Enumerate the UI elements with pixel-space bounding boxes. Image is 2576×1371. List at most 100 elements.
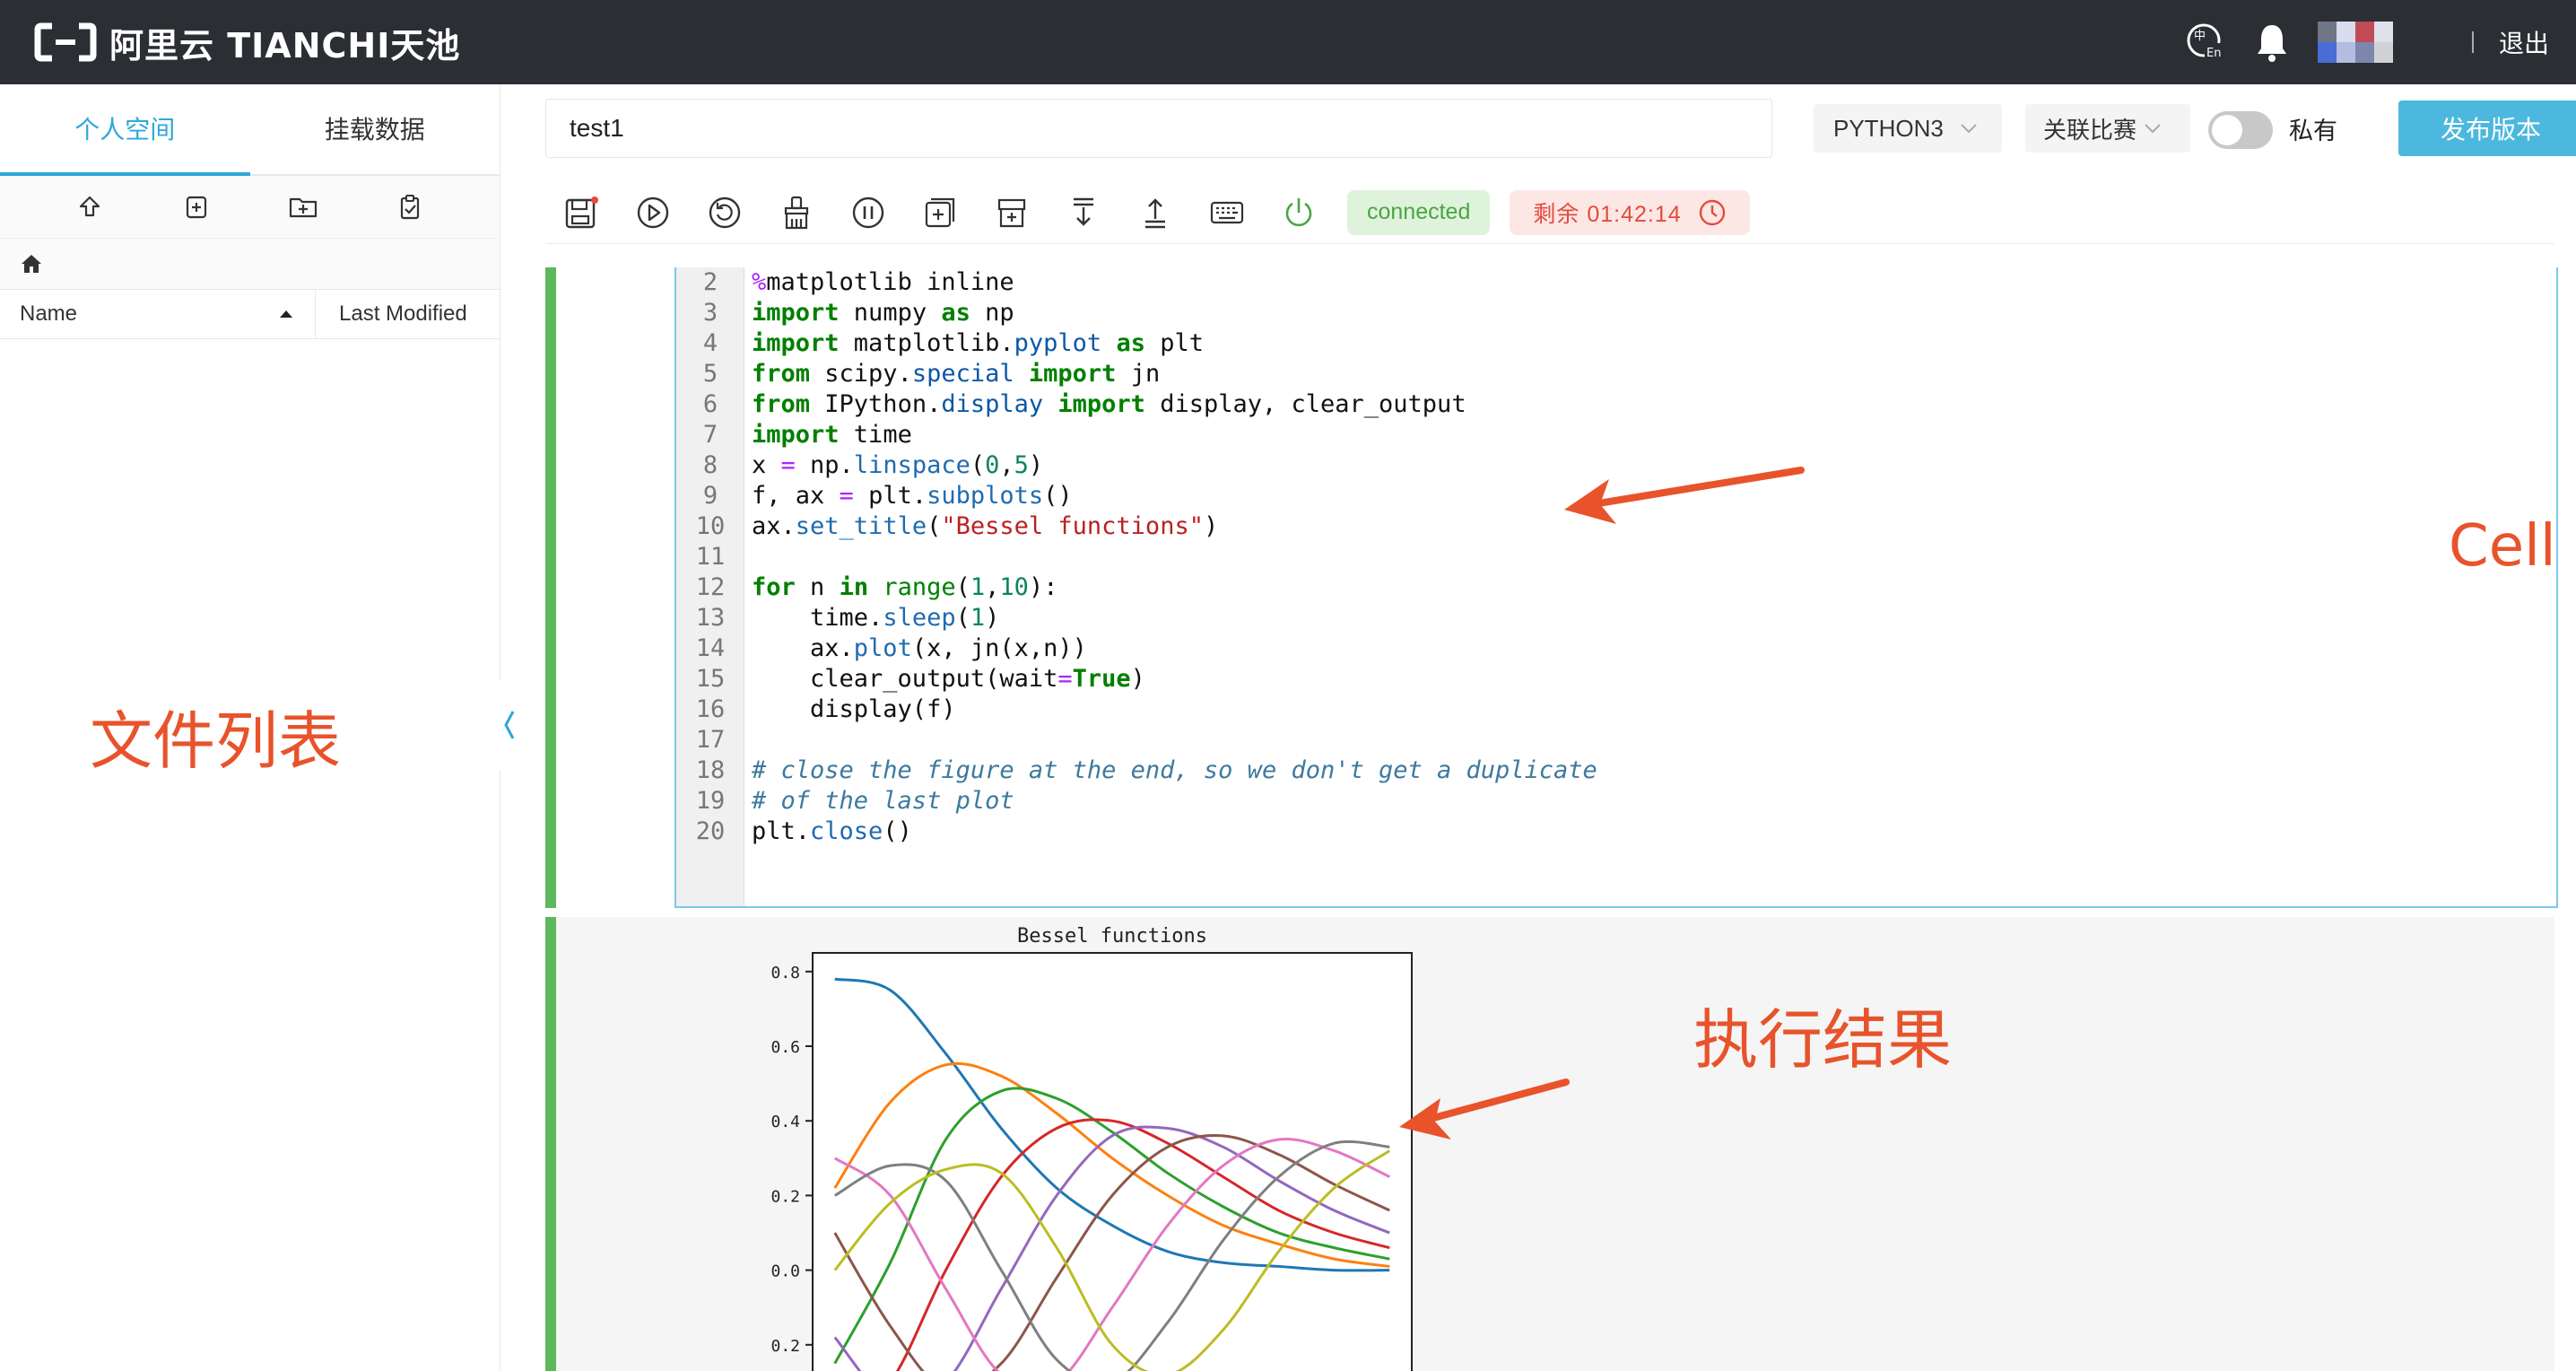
power-icon[interactable]	[1263, 186, 1335, 240]
column-name[interactable]: Name	[0, 290, 316, 338]
notebook-main: test1 PYTHON3 关联比赛 私有 发布版本 connected 剩余 …	[524, 84, 2576, 1371]
tab-mounted-data[interactable]: 挂载数据	[250, 84, 500, 174]
competition-select[interactable]: 关联比赛	[2025, 104, 2190, 153]
private-label: 私有	[2289, 118, 2337, 144]
clock-icon	[1699, 199, 1725, 225]
move-down-icon[interactable]	[1048, 186, 1119, 240]
code-line: 11	[676, 542, 1597, 572]
svg-text:En: En	[2206, 47, 2221, 60]
upload-icon[interactable]	[72, 189, 108, 225]
column-last-modified[interactable]: Last Modified	[316, 290, 467, 338]
private-toggle[interactable]	[2208, 111, 2273, 149]
code-text: %matplotlib inline	[752, 268, 1014, 296]
code-lines: 2 %matplotlib inline 3 import numpy as np 4 i…	[676, 267, 1597, 847]
user-avatar[interactable]	[2317, 22, 2393, 63]
aliyun-logo-icon	[34, 22, 97, 62]
notebook-title-input[interactable]: test1	[545, 99, 1772, 158]
code-line: 5 from scipy.special import jn	[676, 359, 1597, 389]
clipboard-check-icon[interactable]	[392, 189, 428, 225]
y-tick-label: 0.2	[770, 1187, 800, 1206]
code-line: 10 ax.set_title("Bessel functions")	[676, 511, 1597, 542]
code-line: 4 import matplotlib.pyplot as plt	[676, 328, 1597, 359]
notebook-toolbar: connected 剩余 01:42:14	[545, 181, 2554, 244]
restart-icon[interactable]	[689, 186, 761, 240]
code-line: 2 %matplotlib inline	[676, 267, 1597, 298]
code-line: 20 plt.close()	[676, 816, 1597, 847]
home-breadcrumb[interactable]	[0, 239, 500, 289]
new-folder-icon[interactable]	[285, 189, 321, 225]
clear-icon[interactable]	[761, 186, 832, 240]
y-tick-label: 0.6	[770, 1038, 800, 1057]
save-icon[interactable]	[545, 186, 617, 240]
line-number: 16	[695, 695, 726, 723]
y-tick-label: 0.8	[770, 964, 800, 982]
line-number: 10	[695, 512, 726, 540]
code-text: f, ax = plt.subplots()	[752, 482, 1073, 510]
chevron-left-icon	[504, 711, 515, 739]
line-number: 4	[702, 329, 718, 357]
code-editor[interactable]: 2 %matplotlib inline 3 import numpy as np 4 i…	[674, 267, 2558, 908]
interrupt-icon[interactable]	[832, 186, 904, 240]
line-number: 11	[695, 543, 726, 571]
kernel-status-badge: connected	[1347, 189, 1491, 235]
brand-name: 阿里云 TIANCHI天池	[109, 25, 461, 65]
annotation-cell: Cell	[2449, 513, 2556, 580]
y-tick-label: 0.0	[770, 1262, 800, 1281]
code-line: 12 for n in range(1,10):	[676, 572, 1597, 603]
move-up-icon[interactable]	[1119, 186, 1191, 240]
cell-selected-bar	[545, 267, 556, 908]
bell-icon[interactable]	[2251, 22, 2293, 63]
line-number: 2	[702, 268, 718, 296]
chevron-down-icon	[1961, 124, 1977, 134]
code-line: 13 time.sleep(1)	[676, 603, 1597, 633]
code-text: import time	[752, 421, 912, 449]
top-bar: 阿里云 TIANCHI天池 中 En 退出	[0, 0, 2576, 84]
code-text: clear_output(wait=True)	[752, 665, 1145, 693]
collapse-sidebar-handle[interactable]	[496, 680, 523, 770]
svg-text:中: 中	[2194, 30, 2206, 43]
code-line: 6 from IPython.display import display, cl…	[676, 389, 1597, 420]
code-text: # close the figure at the end, so we don…	[752, 756, 1597, 784]
code-text: display(f)	[752, 695, 956, 723]
code-text: plt.close()	[752, 817, 912, 845]
language-en-icon[interactable]: 中 En	[2185, 22, 2226, 63]
code-line: 9 f, ax = plt.subplots()	[676, 481, 1597, 511]
run-icon[interactable]	[617, 186, 689, 240]
code-line: 3 import numpy as np	[676, 298, 1597, 328]
tab-personal-space[interactable]: 个人空间	[0, 84, 250, 176]
code-text: import numpy as np	[752, 299, 1014, 327]
chevron-down-icon	[2145, 124, 2161, 134]
code-line: 14 ax.plot(x, jn(x,n))	[676, 633, 1597, 664]
line-number: 8	[702, 451, 718, 479]
new-file-icon[interactable]	[178, 189, 214, 225]
annotation-arrow-icon	[1564, 467, 1805, 524]
line-number: 18	[695, 756, 726, 784]
remaining-time-badge: 剩余 01:42:14	[1510, 189, 1750, 235]
tianchi-logo[interactable]: 阿里云 TIANCHI天池	[34, 20, 460, 65]
line-number: 12	[695, 573, 726, 601]
code-text: import matplotlib.pyplot as plt	[752, 329, 1204, 357]
file-sidebar: 个人空间 挂载数据 Name Last Modified 文件列表	[0, 84, 500, 1371]
code-line: 19 # of the last plot	[676, 786, 1597, 816]
code-line: 17	[676, 725, 1597, 755]
line-number: 14	[695, 634, 726, 662]
code-cell[interactable]: 2 %matplotlib inline 3 import numpy as np 4 i…	[545, 267, 2558, 908]
line-number: 17	[695, 726, 726, 754]
line-number: 9	[702, 482, 718, 510]
code-text: x = np.linspace(0,5)	[752, 451, 1044, 479]
annotation-result: 执行结果	[1693, 1002, 1953, 1078]
keyboard-icon[interactable]	[1191, 186, 1263, 240]
logout-link[interactable]: 退出	[2499, 24, 2549, 60]
publish-button[interactable]: 发布版本	[2398, 100, 2576, 156]
code-text: # of the last plot	[752, 787, 1014, 815]
code-line: 15 clear_output(wait=True)	[676, 664, 1597, 694]
annotation-arrow-icon	[1399, 1078, 1570, 1140]
delete-cell-icon[interactable]	[976, 186, 1048, 240]
code-text: ax.set_title("Bessel functions")	[752, 512, 1219, 540]
add-cell-icon[interactable]	[904, 186, 976, 240]
file-list-header: Name Last Modified	[0, 289, 500, 339]
line-number: 20	[695, 817, 726, 845]
kernel-select[interactable]: PYTHON3	[1814, 104, 2002, 153]
divider	[2471, 31, 2474, 53]
line-number: 3	[702, 299, 718, 327]
